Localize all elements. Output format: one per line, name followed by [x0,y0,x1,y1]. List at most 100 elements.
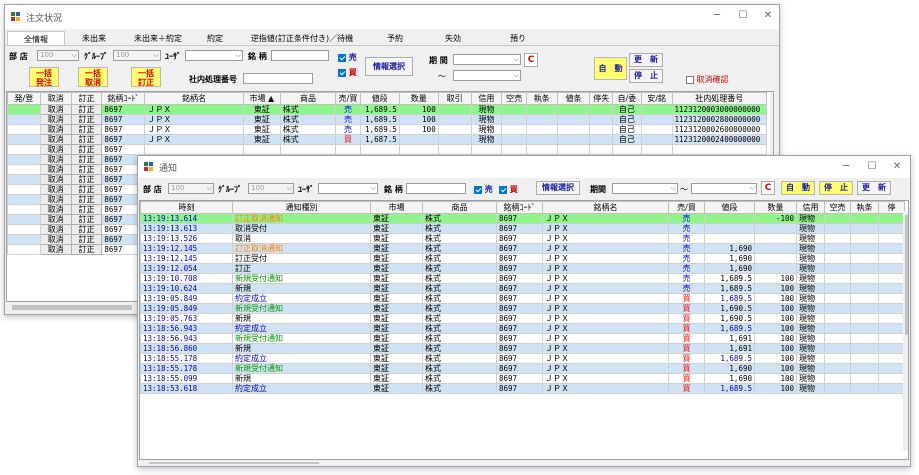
table-row[interactable]: 13:18:55.178 新規受付通知 東証 株式 8697 ＪＰＸ 買 1,690 100 現物 [140,363,905,374]
column-header[interactable]: 商品 [422,201,497,214]
column-header[interactable]: 値条 [556,92,591,105]
period-from-combo[interactable]: ⌵ [453,54,521,65]
table-row[interactable]: 取消 訂正 8697 ＪＰＸ 東証 株式売 1,689.5 100 現物 自己 1123120002… [7,124,768,135]
amend-row-button[interactable]: 訂正 [70,174,103,185]
clear-button[interactable]: C [761,181,775,195]
column-header[interactable]: 執条 [850,201,879,214]
column-header[interactable]: 売/買 [335,92,361,105]
table-row[interactable]: 13:19:05.763 新規 東証 株式 8697 ＪＰＸ 買 1,690.5 100 現物 [140,313,905,324]
horizontal-scrollbar[interactable] [139,460,909,466]
column-header[interactable]: 安/銘 [640,92,673,105]
cancel-row-button[interactable]: 取消 [39,134,72,145]
bulk-amend-button[interactable]: 一括 訂正 [131,67,161,87]
tab-stop-order[interactable]: 逆指値(訂正条件付き)／待機 [237,31,367,45]
column-header[interactable]: 取引 [437,92,472,105]
cancel-row-button[interactable]: 取消 [39,184,72,195]
buy-checkbox[interactable]: 買 [499,184,518,195]
maximize-icon[interactable]: ☐ [865,161,879,172]
close-icon[interactable]: ✕ [890,161,904,172]
column-header[interactable]: 訂正 [70,92,103,105]
table-row[interactable]: 13:19:13.614 訂正取消通知 東証 株式 8697 ＪＰＸ 売 -100 現物 [140,213,905,224]
column-header[interactable]: 社内処理番号 [671,92,768,105]
tab-unfilled-filled[interactable]: 未出来＋約定 [123,31,193,45]
amend-row-button[interactable]: 訂正 [70,164,103,175]
title-bar[interactable]: 通知 ─ ☐ ✕ [138,156,910,178]
amend-row-button[interactable]: 訂正 [70,234,103,245]
info-select-button[interactable]: 情報選択 [536,181,580,195]
title-bar[interactable]: 注文状況 ─ ☐ ✕ [5,5,779,29]
column-header[interactable]: 空売 [501,92,527,105]
stop-button[interactable]: 停 止 [629,69,663,83]
cancel-row-button[interactable]: 取消 [39,124,72,135]
column-header[interactable]: 値段 [704,201,755,214]
column-header[interactable]: 値段 [359,92,400,105]
table-row[interactable]: 13:19:12.054 訂正 東証 株式 8697 ＪＰＸ 売 1,690 現物 [140,263,905,274]
column-header[interactable]: 市場 [370,201,423,214]
table-row[interactable]: 13:18:56.943 約定成立 東証 株式 8697 ＪＰＸ 買 1,689.5 100 現物 [140,323,905,334]
auto-button[interactable]: 自 動 [594,57,627,80]
auto-button[interactable]: 自 動 [781,181,815,195]
table-row[interactable]: 13:18:53.618 約定成立 東証 株式 8697 ＪＰＸ 買 1,689.5 100 現物 [140,383,905,394]
table-row[interactable]: 13:19:05.849 新規受付通知 東証 株式 8697 ＪＰＸ 買 1,690.5 100… [140,303,905,314]
update-button[interactable]: 更 新 [629,53,663,67]
cancel-row-button[interactable]: 取消 [39,244,72,255]
scroll-thumb[interactable] [149,462,319,464]
vertical-scrollbar[interactable] [903,211,908,451]
column-header[interactable]: 銘柄ｺｰﾄﾞ [496,201,543,214]
table-row[interactable]: 取消 訂正 8697 ＪＰＸ 東証 株式売 1,689.5 100 現物 自己 1123120002… [7,114,768,125]
column-header[interactable]: 自/委 [612,92,642,105]
table-row[interactable]: 13:18:55.178 約定成立 東証 株式 8697 ＪＰＸ 買 1,689.5 100 現物 [140,353,905,364]
symbol-input[interactable] [271,50,329,61]
cancel-row-button[interactable]: 取消 [39,144,72,155]
cancel-row-button[interactable]: 取消 [39,164,72,175]
column-header[interactable]: 発/登 [7,92,41,105]
amend-row-button[interactable]: 訂正 [70,184,103,195]
table-row[interactable]: 13:18:56.860 新規 東証 株式 8697 ＪＰＸ 買 1,691 100 現物 [140,343,905,354]
amend-row-button[interactable]: 訂正 [70,204,103,215]
scroll-thumb[interactable] [12,305,132,310]
update-button[interactable]: 更 新 [857,181,891,195]
column-header[interactable]: 市場 ▲ [242,92,281,105]
amend-row-button[interactable]: 訂正 [70,114,103,125]
amend-row-button[interactable]: 訂正 [70,214,103,225]
table-row[interactable]: 取消 訂正 8697 [7,144,768,155]
cancel-row-button[interactable]: 取消 [39,194,72,205]
table-row[interactable]: 取消 訂正 8697 ＪＰＸ 東証 株式買 1,687.5 現物 自己 1123120002400… [7,134,768,145]
cancel-row-button[interactable]: 取消 [39,214,72,225]
minimize-icon[interactable]: ─ [710,10,724,21]
tab-expired[interactable]: 失効 [423,31,483,45]
column-header[interactable]: 時刻 [140,201,233,214]
bulk-cancel-button[interactable]: 一括 取消 [78,67,108,87]
internal-no-input[interactable] [243,73,313,84]
column-header[interactable]: 銘柄名 [144,92,244,105]
branch-combo[interactable]: 100 ⌵ [37,50,79,61]
column-header[interactable]: 数量 [398,92,439,105]
column-header[interactable]: 商品 [279,92,337,105]
bulk-order-button[interactable]: 一括 発注 [29,67,59,87]
column-header[interactable]: 執条 [525,92,558,105]
amend-row-button[interactable]: 訂正 [70,244,103,255]
table-row[interactable]: 取消 訂正 8697 ＪＰＸ 東証 株式売 1,689.5 100 現物 自己 1123120003… [7,104,768,115]
table-row[interactable]: 13:18:56.943 新規受付通知 東証 株式 8697 ＪＰＸ 買 1,691 100 現物 [140,333,905,344]
table-row[interactable]: 13:19:12.145 訂正取消通知 東証 株式 8697 ＪＰＸ 売 1,690 現物 [140,243,905,254]
clear-button[interactable]: C [524,53,538,67]
column-header[interactable]: 銘柄名 [542,201,669,214]
user-combo[interactable]: ⌵ [318,183,378,194]
close-icon[interactable]: ✕ [761,10,775,21]
period-to-combo[interactable]: ⌵ [691,183,757,194]
buy-checkbox[interactable]: 買 [338,67,357,78]
period-to-combo[interactable]: ⌵ [453,70,521,81]
user-combo[interactable]: ⌵ [185,50,243,61]
tab-unfilled[interactable]: 未出来 [65,31,123,45]
cancel-row-button[interactable]: 取消 [39,154,72,165]
table-row[interactable]: 13:19:13.613 取消受付 東証 株式 8697 ＪＰＸ 売 現物 [140,223,905,234]
table-row[interactable]: 13:19:05.849 約定成立 東証 株式 8697 ＪＰＸ 買 1,689.5 100 現物 [140,293,905,304]
tab-all-info[interactable]: 全情報 [7,31,65,45]
column-header[interactable]: 通知種別 [232,201,371,214]
column-header[interactable]: 数量 [754,201,797,214]
amend-row-button[interactable]: 訂正 [70,194,103,205]
cancel-row-button[interactable]: 取消 [39,234,72,245]
info-select-button[interactable]: 情報選択 [365,57,413,76]
cancel-row-button[interactable]: 取消 [39,204,72,215]
column-header[interactable]: 取消 [39,92,72,105]
